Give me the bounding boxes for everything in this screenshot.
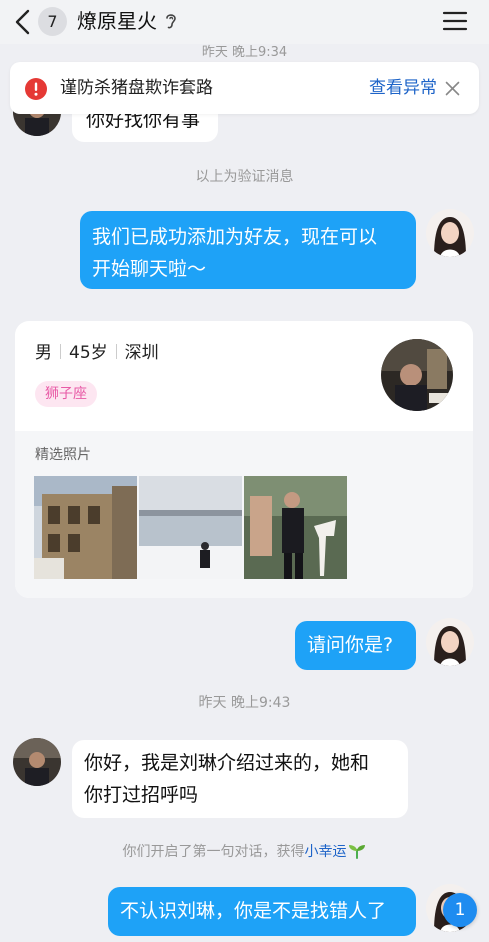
outgoing-message-bubble[interactable]: 请问你是?	[295, 621, 416, 670]
menu-icon[interactable]	[442, 10, 468, 32]
age-text: 45岁	[69, 343, 108, 363]
outgoing-message-bubble[interactable]: 我们已成功添加为好友，现在可以 开始聊天啦～	[80, 211, 416, 289]
zodiac-tag: 狮子座	[35, 381, 97, 407]
city-text: 深圳	[124, 343, 159, 363]
message-text-line: 你好，我是刘琳介绍过来的，她和	[84, 752, 370, 774]
close-icon[interactable]	[445, 81, 460, 96]
message-timestamp: 昨天 晚上9:43	[198, 695, 291, 711]
my-avatar[interactable]	[426, 209, 474, 257]
verification-note: 以上为验证消息	[195, 169, 294, 185]
man-portrait-image	[13, 738, 61, 786]
featured-photo[interactable]	[139, 476, 242, 579]
man-portrait-image	[381, 339, 453, 411]
profile-basic-info: 男 45岁 深圳	[35, 341, 159, 365]
contact-name: 燎原星火	[77, 9, 157, 33]
message-timestamp: 昨天 晚上9:34	[201, 45, 288, 60]
old-building-photo	[34, 476, 137, 579]
divider	[60, 344, 61, 359]
featured-photo[interactable]	[244, 476, 347, 579]
first-chat-note: 你们开启了第一句对话，获得小幸运	[0, 842, 489, 862]
message-text-line: 你打过招呼吗	[84, 784, 199, 806]
featured-photo[interactable]	[34, 476, 137, 579]
message-text-line: 开始聊天啦～	[92, 258, 207, 280]
warning-text: 谨防杀猪盘欺诈套路	[60, 78, 213, 98]
featured-photos-section: 精选照片	[15, 431, 473, 598]
my-avatar[interactable]	[426, 618, 474, 666]
featured-photos-label: 精选照片	[35, 447, 91, 463]
message-text: 不认识刘琳，你是不是找错人了	[120, 900, 387, 922]
profile-card[interactable]: 男 45岁 深圳 狮子座 精选照片	[15, 321, 473, 598]
chat-header: 7 燎原星火	[0, 0, 489, 44]
woman-portrait-image	[426, 618, 474, 666]
woman-portrait-image	[426, 209, 474, 257]
back-chevron-icon[interactable]	[12, 9, 34, 35]
lucky-link[interactable]: 小幸运	[305, 844, 347, 860]
outgoing-message-bubble[interactable]: 不认识刘琳，你是不是找错人了	[108, 887, 416, 936]
sprout-icon	[348, 845, 365, 859]
event-man-photo	[244, 476, 347, 579]
scam-warning-banner: 谨防杀猪盘欺诈套路 查看异常	[10, 62, 479, 114]
message-text-line: 我们已成功添加为好友，现在可以	[92, 226, 378, 248]
snow-lake-photo	[139, 476, 242, 579]
unread-message-bubble[interactable]: 1	[443, 893, 477, 927]
view-exception-link[interactable]: 查看异常	[369, 76, 437, 100]
profile-avatar[interactable]	[381, 339, 453, 411]
contact-avatar[interactable]	[13, 738, 61, 786]
unread-count-badge[interactable]: 7	[38, 7, 67, 36]
gender-text: 男	[35, 343, 52, 363]
incoming-message-bubble[interactable]: 你好，我是刘琳介绍过来的，她和 你打过招呼吗	[72, 740, 408, 818]
ear-icon[interactable]	[164, 12, 178, 30]
first-chat-text: 你们开启了第一句对话，获得	[122, 844, 305, 860]
warning-icon	[25, 78, 47, 100]
message-text: 请问你是?	[307, 634, 394, 656]
divider	[115, 344, 117, 359]
